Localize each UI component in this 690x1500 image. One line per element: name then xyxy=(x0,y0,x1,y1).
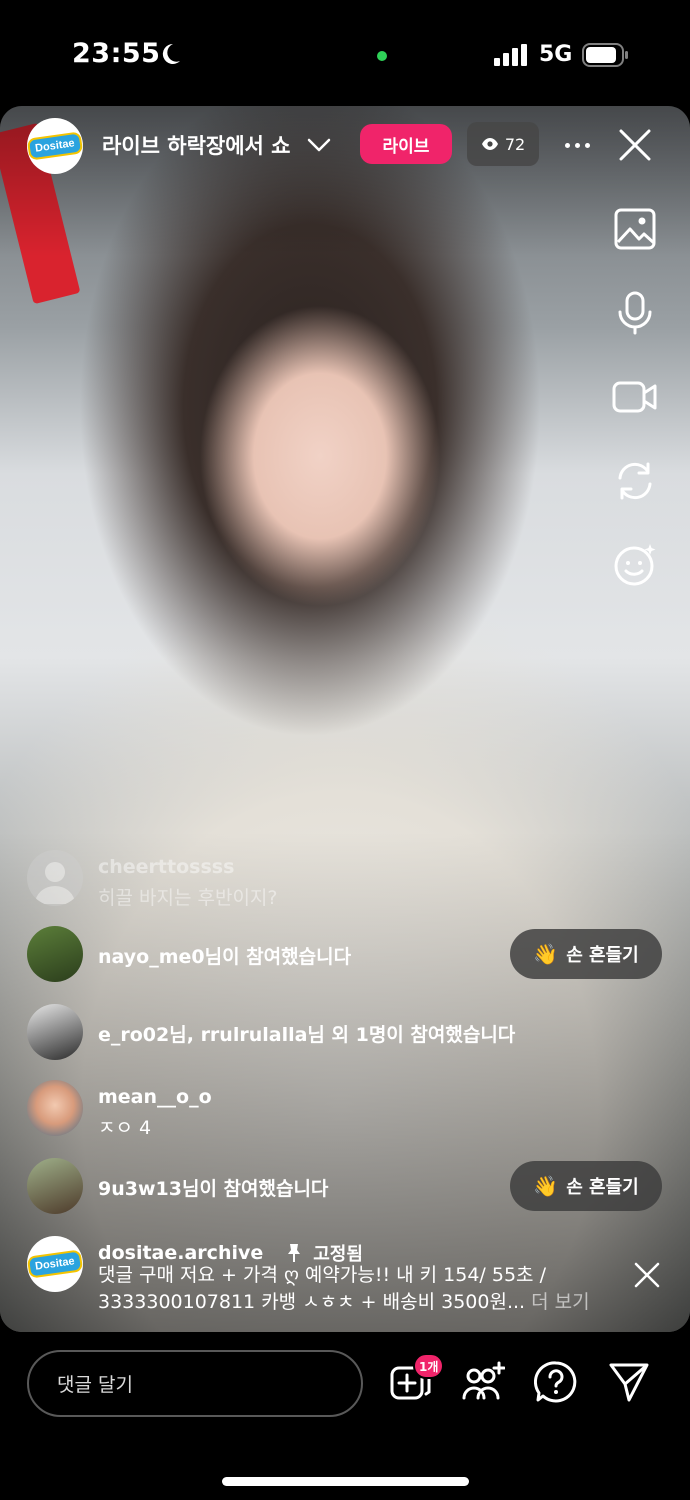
battery-icon xyxy=(582,43,628,67)
network-type: 5G xyxy=(539,42,573,67)
wave-button[interactable]: 👋 손 흔들기 xyxy=(510,1161,662,1211)
pinned-comment-text: 댓글 구매 저요 + 가격 ღ 예약가능!! 내 키 154/ 55초 / 33… xyxy=(98,1262,598,1316)
eye-icon xyxy=(481,138,498,150)
privacy-indicator-dot xyxy=(377,51,387,61)
avatar[interactable] xyxy=(27,1158,83,1214)
brand-logo: Dositae xyxy=(27,1249,83,1279)
close-icon[interactable] xyxy=(616,126,654,164)
host-avatar[interactable]: Dositae xyxy=(27,118,83,174)
brand-logo: Dositae xyxy=(27,131,83,161)
add-guest-icon[interactable] xyxy=(461,1360,505,1404)
viewer-count: 72 xyxy=(504,134,526,154)
viewer-count-chip[interactable]: 72 xyxy=(467,122,539,166)
comment-text: 히끌 바지는 후반이지? xyxy=(98,887,278,909)
join-notice: nayo_me0님이 참여했습니다 xyxy=(27,926,351,982)
comment-username[interactable]: cheerttossss xyxy=(98,856,277,878)
live-title[interactable]: 라이브 하락장에서 쇼 xyxy=(102,130,291,160)
see-more-link[interactable]: 더 보기 xyxy=(531,1291,589,1313)
moon-icon xyxy=(162,43,180,64)
join-text: 9u3w13님이 참여했습니다 xyxy=(98,1178,329,1200)
comment-username[interactable]: mean__o_o xyxy=(98,1086,212,1108)
wave-label: 손 흔들기 xyxy=(566,1177,639,1198)
comment-text: ㅈㅇ 4 xyxy=(98,1117,152,1139)
status-bar: 23:55 5G xyxy=(0,0,690,106)
join-text: e_ro02님, rrulrulalla님 외 1명이 참여했습니다 xyxy=(98,1024,516,1046)
home-indicator[interactable] xyxy=(222,1477,469,1486)
live-badge: 라이브 xyxy=(360,124,452,164)
status-time: 23:55 xyxy=(72,38,161,69)
pinned-text-body: 댓글 구매 저요 + 가격 ღ 예약가능!! 내 키 154/ 55초 / 33… xyxy=(98,1264,546,1313)
waving-hand-icon: 👋 xyxy=(533,1174,559,1198)
request-count-badge: 1개 xyxy=(413,1353,445,1379)
join-notice: 9u3w13님이 참여했습니다 xyxy=(27,1158,328,1214)
chevron-down-icon[interactable] xyxy=(306,134,332,156)
default-avatar-icon xyxy=(35,862,75,904)
effects-icon[interactable] xyxy=(612,542,658,588)
avatar[interactable] xyxy=(27,1080,83,1136)
comment-item: mean__o_o ㅈㅇ 4 xyxy=(27,1080,212,1140)
avatar[interactable] xyxy=(27,1004,83,1060)
comment-input[interactable]: 댓글 달기 xyxy=(27,1350,363,1417)
more-options-button[interactable] xyxy=(560,130,594,160)
question-icon[interactable] xyxy=(534,1360,578,1404)
send-icon[interactable] xyxy=(607,1360,651,1404)
live-video[interactable] xyxy=(0,106,690,1332)
avatar[interactable]: Dositae xyxy=(27,1236,83,1292)
wave-button[interactable]: 👋 손 흔들기 xyxy=(510,929,662,979)
comment-username[interactable]: dositae.archive xyxy=(98,1242,263,1264)
avatar[interactable] xyxy=(27,926,83,982)
join-text: nayo_me0님이 참여했습니다 xyxy=(98,946,352,968)
dot-icon xyxy=(584,142,590,148)
avatar[interactable] xyxy=(27,850,83,906)
flip-camera-icon[interactable] xyxy=(612,458,658,504)
join-notice: e_ro02님, rrulrulalla님 외 1명이 참여했습니다 xyxy=(27,1004,515,1060)
waving-hand-icon: 👋 xyxy=(533,942,559,966)
dot-icon xyxy=(574,142,580,148)
microphone-icon[interactable] xyxy=(612,290,658,336)
wave-label: 손 흔들기 xyxy=(566,945,639,966)
signal-icon xyxy=(494,44,527,66)
comment-item: cheerttossss 히끌 바지는 후반이지? xyxy=(27,850,277,910)
dot-icon xyxy=(564,142,570,148)
video-camera-icon[interactable] xyxy=(612,374,658,420)
pin-icon xyxy=(288,1244,301,1262)
close-icon[interactable] xyxy=(632,1260,662,1290)
image-icon[interactable] xyxy=(612,206,658,252)
